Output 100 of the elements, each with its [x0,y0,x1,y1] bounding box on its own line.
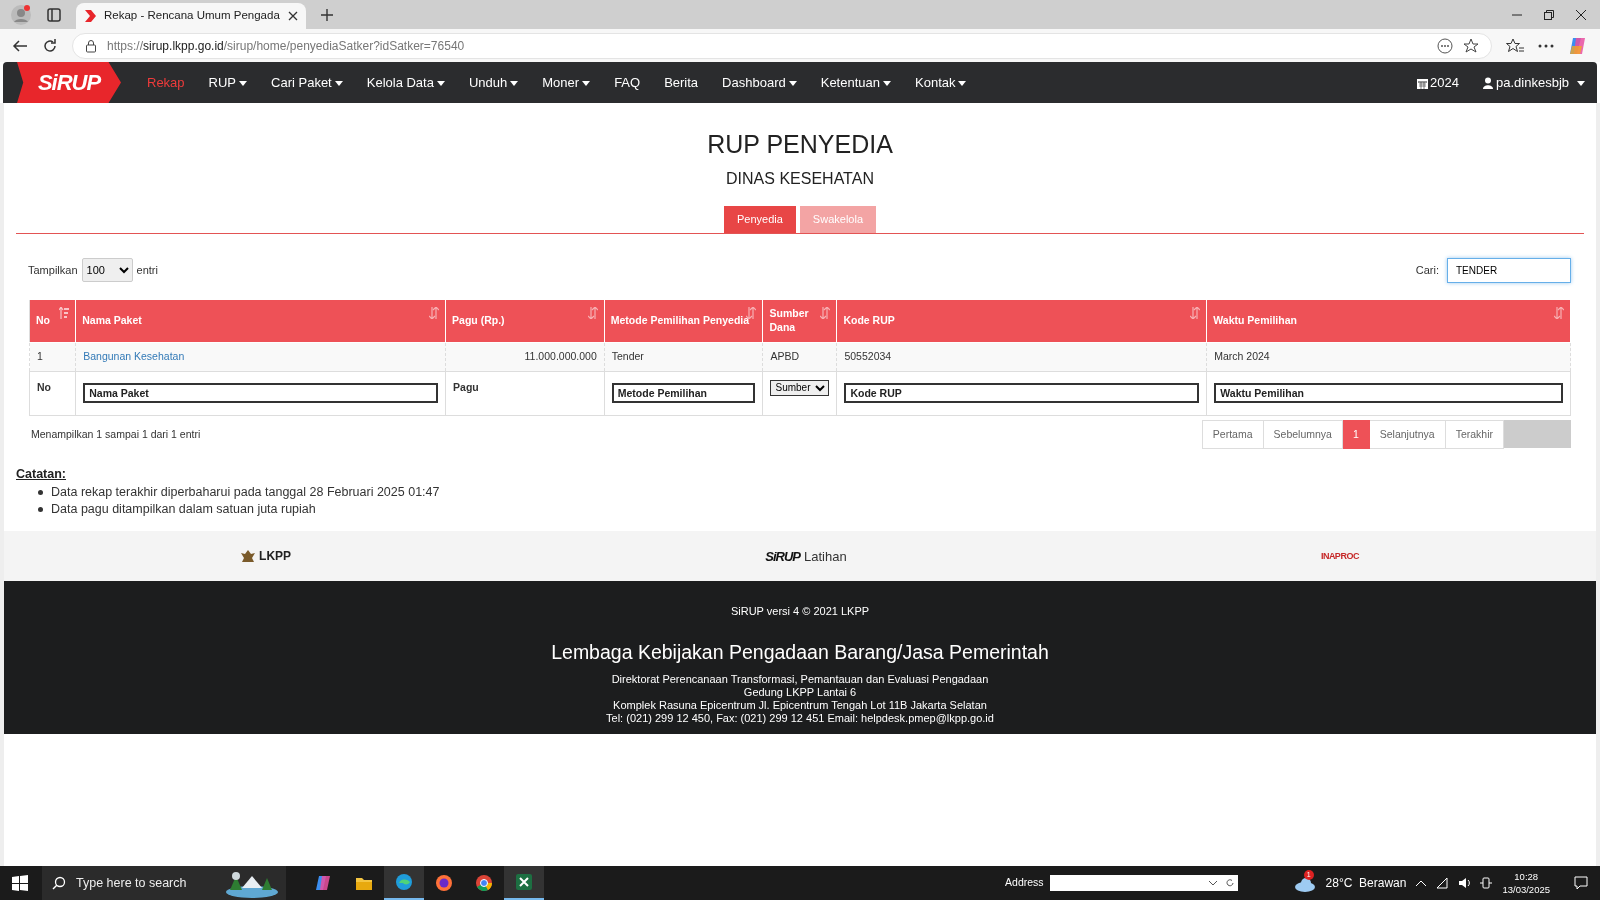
filter-field[interactable]: Waktu Pemilihan [1214,382,1563,403]
page-title: RUP PENYEDIA [706,129,894,159]
device-icon[interactable] [1480,877,1493,889]
copilot-icon[interactable] [315,874,333,892]
taskbar-address-field[interactable] [1049,875,1238,891]
browser-tab[interactable]: Rekap - Rencana Umum Pengada [76,3,306,29]
page-subtitle: DINAS KESEHATAN [725,169,875,189]
star-icon[interactable] [1463,37,1479,54]
sirup-logo[interactable]: SiRUP [17,62,121,103]
firefox-icon[interactable] [435,874,453,892]
nav-link[interactable]: Dashboard [710,72,809,93]
filter-label: No [37,380,51,393]
table-cell: 50552034 [836,342,1207,372]
network-icon[interactable] [1436,877,1449,889]
chevron-logo-icon [84,9,96,23]
new-tab-icon[interactable] [319,7,334,22]
bullet-icon [38,507,43,513]
inaproc-logo: INAPROC [1320,549,1359,563]
weather-cloud-icon [1293,875,1316,892]
url-text: https://sirup.lkpp.go.id/sirup/home/penyediaSatker?idSatker=76540 [107,37,466,55]
column-header[interactable]: Nama Paket [75,299,446,343]
search-icon [52,876,66,890]
logo-caption: Latihan [804,547,847,566]
column-header[interactable]: Sumber Dana [763,299,837,343]
user-menu[interactable]: pa.dinkesbjb [1471,72,1597,93]
filter-label: Pagu [453,380,479,393]
column-header[interactable]: No [29,299,76,343]
nav-link[interactable]: Kelola Data [354,72,457,93]
profile-icon[interactable] [10,3,32,26]
go-icon [1224,878,1235,888]
chrome-icon[interactable] [475,874,493,892]
page-button[interactable]: Pertama [1201,419,1264,450]
tab-title: Rekap - Rencana Umum Pengada [104,8,280,24]
more-icon[interactable] [1538,43,1554,48]
spreadsheet-icon[interactable] [515,873,533,891]
column-header[interactable]: Pagu (Rp.) [445,299,605,343]
lock-icon [85,38,97,53]
close-icon[interactable] [287,11,298,21]
lkpp-logo: LKPP [241,547,292,566]
taskbar-search-field[interactable]: Type here to search [74,872,214,894]
weather-text: 28°C Berawan [1325,875,1407,892]
nav-link[interactable]: Cari Paket [259,72,355,93]
column-header[interactable]: Metode Pemilihan Penyedia [604,299,763,343]
sirup-logo: SiRUP [765,547,801,566]
dropdown-icon [1208,880,1217,886]
column-header[interactable]: Kode RUP [836,299,1207,343]
nav-link[interactable]: Moner [530,72,603,93]
copilot-icon[interactable] [1568,35,1588,56]
favorites-icon[interactable] [1506,37,1524,54]
length-label: Tampilkan [28,262,78,278]
footer-address-line: Komplek Rasuna Epicentrum Jl. Epicentrum Tengah Lot 11B Jakarta Selatan [612,698,988,712]
close-icon[interactable] [1576,9,1586,20]
nav-link[interactable]: Kontak [903,72,979,93]
filter-select[interactable]: Sumber [770,379,830,396]
filter-field[interactable]: Nama Paket [83,382,439,403]
table-cell: 1 [29,342,76,372]
filter-field[interactable]: Metode Pemilihan [611,382,756,403]
date-text: 13/03/2025 [1502,883,1550,896]
chevron-up-icon[interactable] [1416,880,1427,886]
clock[interactable]: 10:28 13/03/2025 [1502,870,1550,896]
search-field[interactable]: TENDER [1447,257,1571,283]
page-button[interactable]: Terakhir [1445,419,1504,450]
browser-icon[interactable] [395,873,413,891]
more-circle-icon[interactable] [1437,37,1453,54]
notifications-icon[interactable] [1574,876,1588,890]
footer-address-line: Direktorat Perencanaan Transformasi, Pemantauan dan Evaluasi Pengadaan [610,673,990,686]
nav-link[interactable]: Unduh [456,72,531,93]
address-label: Address [1005,875,1044,891]
package-link[interactable]: Bangunan Kesehatan [83,349,185,362]
table-info: Menampilkan 1 sampai 1 dari 1 entri [31,426,201,442]
calendar-icon [1417,77,1429,90]
nav-link[interactable]: Berita [652,72,711,93]
footer-organization: Lembaga Kebijakan Pengadaan Barang/Jasa Pemerintah [550,639,1050,665]
column-header[interactable]: Waktu Pemilihan [1206,299,1571,343]
footer-address-line: Tel: (021) 299 12 450, Fax: (021) 299 12 451 Email: helpdesk.pmep@lkpp.go.id [605,711,995,725]
restore-icon[interactable] [1544,9,1554,20]
page-button[interactable]: 1 [1342,419,1370,450]
nav-link[interactable]: Rekap [135,72,197,93]
filter-field[interactable]: Kode RUP [844,382,1200,403]
back-icon[interactable] [12,37,28,54]
nav-link[interactable]: Ketentuan [808,72,903,93]
page-button[interactable]: Sebelumnya [1263,419,1343,450]
segment-tab[interactable]: Penyedia [724,206,796,233]
nav-link[interactable]: RUP [196,72,260,93]
footer-address-line: Gedung LKPP Lantai 6 [742,686,858,699]
taskbar-search-box[interactable]: Type here to search [42,866,286,900]
note-item: Data pagu ditampilkan dalam satuan juta rupiah [51,501,316,519]
footer-version: SiRUP versi 4 © 2021 LKPP [729,604,871,620]
reload-icon[interactable] [42,37,58,54]
search-label: Cari: [1415,262,1439,278]
table-cell: APBD [763,342,837,372]
length-select[interactable]: 100 [81,258,133,283]
volume-icon[interactable] [1458,877,1471,889]
year-menu[interactable]: 2024 [1405,72,1471,93]
address-field[interactable]: https://sirup.lkpp.go.id/sirup/home/penyediaSatker?idSatker=76540 [72,32,1492,59]
table-cell: March 2024 [1206,342,1571,372]
page-button[interactable]: Selanjutnya [1369,419,1446,450]
tab-actions-icon[interactable] [46,6,62,23]
caret-icon [1577,80,1585,86]
nav-link[interactable]: FAQ [602,72,653,93]
